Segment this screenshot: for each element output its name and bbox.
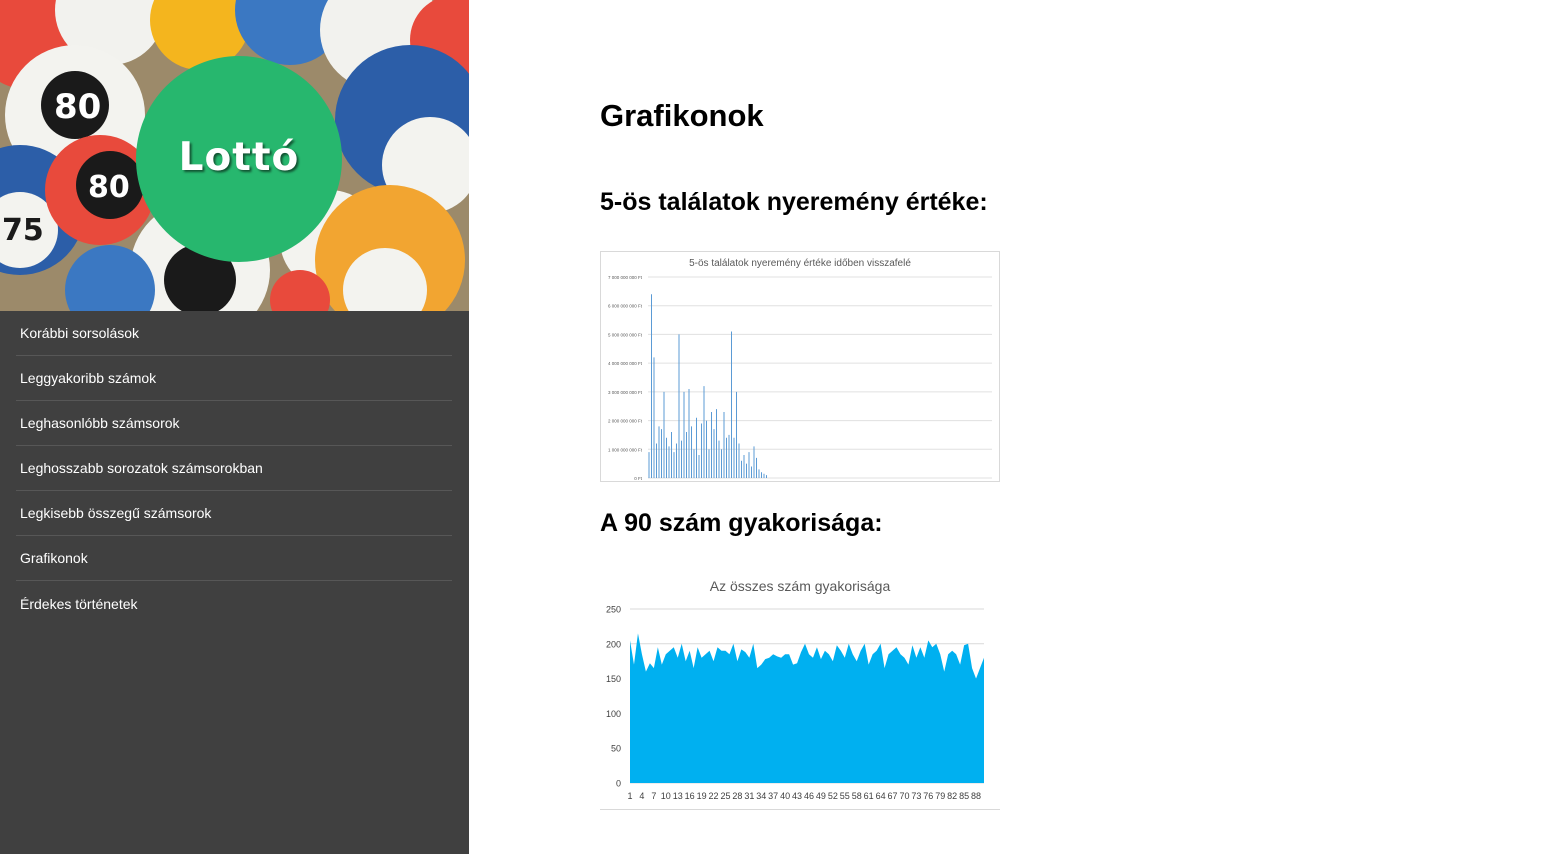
svg-text:75: 75 (2, 213, 44, 248)
chart-title: 5-ös találatok nyeremény értéke időben v… (689, 258, 911, 269)
area-series (630, 633, 984, 783)
sidebar-item-leghosszabb-sorozatok[interactable]: Leghosszabb sorozatok számsorokban (16, 446, 452, 491)
x-tick-label: 88 (971, 791, 981, 801)
y-tick-label: 1 000 000 000 Ft (608, 447, 643, 452)
x-tick-label: 55 (840, 791, 850, 801)
x-tick-label: 73 (911, 791, 921, 801)
x-tick-label: 49 (816, 791, 826, 801)
x-tick-label: 25 (720, 791, 730, 801)
x-tick-label: 64 (876, 791, 886, 801)
y-tick-label: 7 000 000 000 Ft (608, 275, 643, 280)
x-tick-label: 79 (935, 791, 945, 801)
x-tick-label: 10 (661, 791, 671, 801)
sidebar-item-erdekes-tortenetek[interactable]: Érdekes történetek (16, 581, 452, 626)
x-tick-label: 16 (685, 791, 695, 801)
x-tick-label: 46 (804, 791, 814, 801)
y-tick-label: 100 (606, 709, 621, 719)
y-tick-label: 4 000 000 000 Ft (608, 361, 643, 366)
y-tick-label: 250 (606, 605, 621, 615)
y-tick-label: 50 (611, 744, 621, 754)
page-title: Grafikonok (600, 98, 764, 133)
sidebar: 80 75 80 Lottó Korábbi sorsolások Leggya… (0, 0, 469, 854)
y-tick-label: 0 Ft (634, 476, 643, 481)
chart-title: Az összes szám gyakorisága (710, 578, 891, 594)
x-tick-label: 22 (709, 791, 719, 801)
sidebar-nav: Korábbi sorsolások Leggyakoribb számok L… (16, 311, 452, 626)
x-tick-label: 31 (744, 791, 754, 801)
x-tick-label: 76 (923, 791, 933, 801)
header-lottery-balls-image: 80 75 80 Lottó (0, 0, 469, 311)
x-tick-label: 85 (959, 791, 969, 801)
section-title-frequency: A 90 szám gyakorisága: (600, 509, 883, 537)
x-tick-label: 34 (756, 791, 766, 801)
svg-text:80: 80 (88, 170, 130, 205)
svg-text:80: 80 (54, 87, 101, 127)
section-title-jackpot: 5-ös találatok nyeremény értéke: (600, 188, 988, 216)
x-tick-label: 13 (673, 791, 683, 801)
chart-frequency-svg: Az összes szám gyakorisága 2502001501005… (600, 569, 1000, 810)
x-tick-label: 37 (768, 791, 778, 801)
y-tick-label: 0 (616, 779, 621, 789)
sidebar-item-leghasonlobb-szamsorok[interactable]: Leghasonlóbb számsorok (16, 401, 452, 446)
chart-jackpot-values: 5-ös találatok nyeremény értéke időben v… (600, 251, 1000, 482)
x-tick-label: 43 (792, 791, 802, 801)
x-tick-label: 58 (852, 791, 862, 801)
y-tick-label: 5 000 000 000 Ft (608, 332, 643, 337)
chart-jackpot-svg: 5-ös találatok nyeremény értéke időben v… (600, 251, 1000, 482)
x-tick-label: 1 (627, 791, 632, 801)
y-tick-label: 200 (606, 639, 621, 649)
x-tick-label: 61 (864, 791, 874, 801)
sidebar-item-leggyakoribb-szamok[interactable]: Leggyakoribb számok (16, 356, 452, 401)
x-tick-label: 70 (899, 791, 909, 801)
sidebar-item-grafikonok[interactable]: Grafikonok (16, 536, 452, 581)
x-tick-label: 7 (651, 791, 656, 801)
x-tick-label: 40 (780, 791, 790, 801)
x-tick-label: 28 (732, 791, 742, 801)
y-tick-label: 3 000 000 000 Ft (608, 390, 643, 395)
x-tick-label: 67 (888, 791, 898, 801)
sidebar-item-korabbi-sorsolasok[interactable]: Korábbi sorsolások (16, 311, 452, 356)
x-tick-label: 19 (697, 791, 707, 801)
y-tick-label: 2 000 000 000 Ft (608, 419, 643, 424)
x-tick-label: 52 (828, 791, 838, 801)
sidebar-item-legkisebb-osszegu[interactable]: Legkisebb összegű számsorok (16, 491, 452, 536)
x-tick-label: 4 (639, 791, 644, 801)
y-tick-label: 6 000 000 000 Ft (608, 304, 643, 309)
chart-number-frequency: Az összes szám gyakorisága 250 200 150 100 5… (600, 569, 1000, 810)
logo-circle[interactable]: Lottó (136, 56, 342, 262)
x-tick-label: 82 (947, 791, 957, 801)
y-tick-label: 150 (606, 674, 621, 684)
logo-text: Lottó (178, 134, 300, 180)
